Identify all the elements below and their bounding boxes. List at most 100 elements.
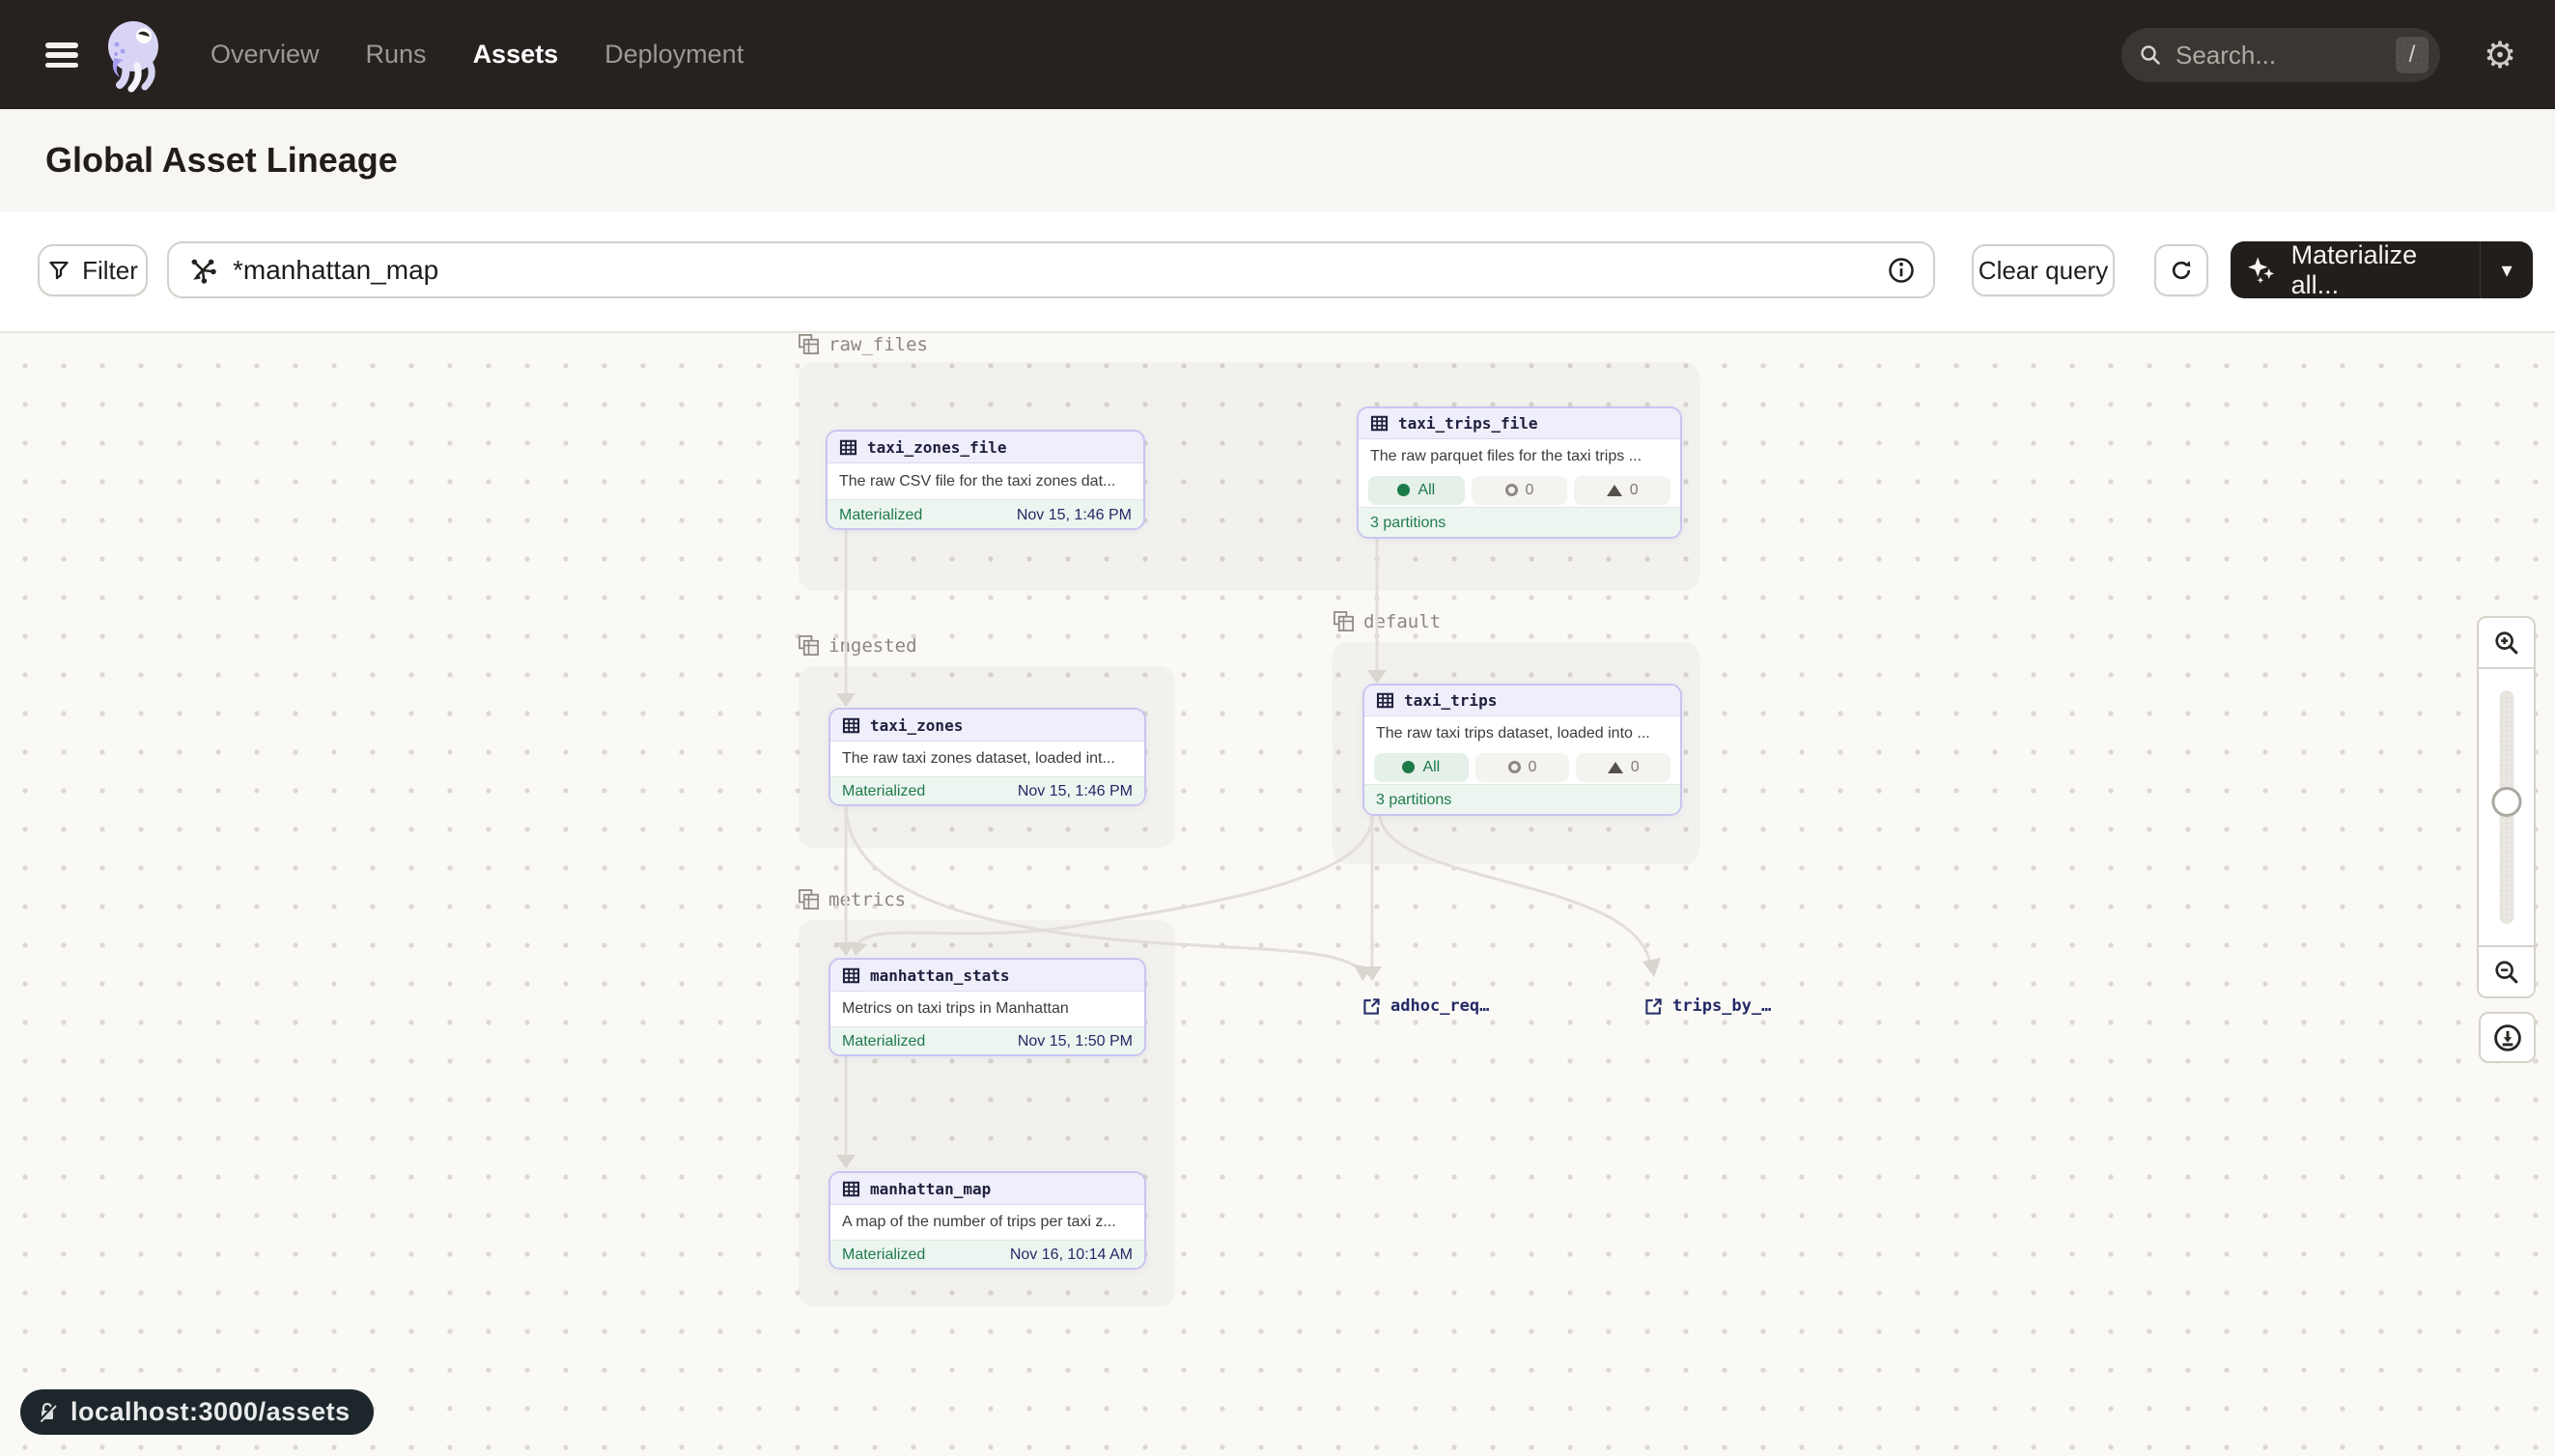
partitions-all-badge[interactable]: All [1368, 476, 1465, 505]
external-asset-name: adhoc_req… [1390, 996, 1489, 1016]
asset-node-taxi-trips-file[interactable]: taxi_trips_file The raw parquet files fo… [1357, 406, 1682, 539]
search-input[interactable] [2176, 41, 2396, 70]
success-dot-icon [1402, 761, 1415, 773]
asset-description: The raw taxi trips dataset, loaded into … [1364, 716, 1680, 750]
group-label-ingested[interactable]: ingested [798, 634, 917, 657]
filter-funnel-icon [47, 259, 70, 282]
zoom-slider-thumb[interactable] [2491, 787, 2521, 817]
lineage-toolbar: Filter Clear query [0, 211, 2555, 333]
partitions-count: 3 partitions [1376, 792, 1451, 809]
external-asset-trips-by[interactable]: trips_by_… [1644, 996, 1771, 1016]
hamburger-menu-icon[interactable] [45, 42, 78, 68]
table-icon [842, 716, 860, 735]
download-image-button[interactable] [2479, 1012, 2536, 1063]
group-name: raw_files [828, 334, 928, 355]
zoom-slider[interactable] [2479, 667, 2534, 947]
zoom-out-button[interactable] [2479, 947, 2534, 996]
group-table-icon [1333, 610, 1355, 632]
sparkles-icon [2246, 254, 2278, 287]
info-icon[interactable] [1887, 256, 1916, 285]
lineage-canvas[interactable]: raw_files ingested default metrics [0, 333, 2555, 1456]
asset-selector-icon [188, 256, 217, 285]
zoom-in-button[interactable] [2479, 618, 2534, 667]
asset-status-row: Materialized Nov 15, 1:46 PM [828, 499, 1143, 530]
nav-overview[interactable]: Overview [211, 40, 320, 70]
asset-node-header: manhattan_map [830, 1173, 1144, 1205]
page-title: Global Asset Lineage [45, 109, 398, 211]
asset-description: The raw taxi zones dataset, loaded int..… [830, 742, 1144, 776]
refresh-graph-button[interactable] [2154, 244, 2208, 296]
clear-query-label: Clear query [1979, 256, 2108, 286]
asset-node-taxi-zones[interactable]: taxi_zones The raw taxi zones dataset, l… [828, 708, 1146, 806]
clear-query-button[interactable]: Clear query [1972, 244, 2115, 296]
nav-deployment[interactable]: Deployment [604, 40, 744, 70]
table-icon [842, 966, 860, 985]
asset-node-header: manhattan_stats [830, 960, 1144, 992]
badge-count: 0 [1526, 482, 1534, 499]
search-shortcut-key: / [2396, 37, 2429, 73]
badge-count: 0 [1529, 759, 1537, 776]
external-link-icon [1362, 997, 1381, 1016]
zoom-controls [2477, 616, 2536, 998]
asset-node-header: taxi_zones [830, 710, 1144, 742]
partitions-missing-badge[interactable]: 0 [1472, 476, 1568, 505]
status-badge: Materialized [842, 1033, 925, 1050]
asset-status-row: Materialized Nov 15, 1:50 PM [830, 1026, 1144, 1056]
dagster-logo[interactable] [100, 19, 170, 98]
asset-node-taxi-trips[interactable]: taxi_trips The raw taxi trips dataset, l… [1362, 684, 1682, 816]
status-badge: Materialized [842, 783, 925, 800]
status-badge: Materialized [842, 1246, 925, 1264]
status-url: localhost:3000/assets [70, 1397, 351, 1427]
materialize-all-label: Materialize all... [2291, 240, 2465, 300]
group-label-default[interactable]: default [1333, 610, 1441, 632]
group-table-icon [798, 333, 820, 355]
filter-button[interactable]: Filter [38, 244, 148, 296]
asset-status-row: Materialized Nov 16, 10:14 AM [830, 1240, 1144, 1270]
partitions-count: 3 partitions [1370, 515, 1446, 532]
main-nav: Overview Runs Assets Deployment [211, 0, 744, 109]
group-name: ingested [828, 635, 917, 657]
nav-assets[interactable]: Assets [473, 40, 559, 70]
zoom-out-icon [2493, 959, 2520, 986]
nav-runs[interactable]: Runs [366, 40, 427, 70]
partitions-all-badge[interactable]: All [1374, 753, 1469, 782]
partitions-footer: 3 partitions [1364, 784, 1680, 816]
partitions-missing-badge[interactable]: 0 [1475, 753, 1570, 782]
warning-triangle-icon [1607, 485, 1622, 496]
global-search[interactable]: / [2121, 28, 2440, 82]
asset-name: manhattan_stats [870, 966, 1010, 985]
partitions-failed-badge[interactable]: 0 [1576, 753, 1671, 782]
asset-node-manhattan-stats[interactable]: manhattan_stats Metrics on taxi trips in… [828, 958, 1146, 1056]
success-dot-icon [1397, 484, 1410, 496]
asset-node-taxi-zones-file[interactable]: taxi_zones_file The raw CSV file for the… [826, 430, 1145, 530]
table-icon [839, 438, 857, 457]
table-icon [842, 1180, 860, 1198]
asset-description: The raw CSV file for the taxi zones dat.… [828, 463, 1143, 499]
missing-ring-icon [1505, 484, 1518, 496]
asset-selection-input[interactable] [167, 241, 1935, 298]
group-name: metrics [828, 889, 906, 910]
search-icon [2139, 43, 2162, 67]
status-badge: Materialized [839, 507, 922, 524]
asset-description: A map of the number of trips per taxi z.… [830, 1205, 1144, 1240]
warning-triangle-icon [1608, 762, 1623, 773]
asset-node-manhattan-map[interactable]: manhattan_map A map of the number of tri… [828, 1171, 1146, 1270]
partitions-failed-badge[interactable]: 0 [1574, 476, 1671, 505]
materialization-timestamp: Nov 15, 1:50 PM [1018, 1033, 1133, 1050]
group-label-raw-files[interactable]: raw_files [798, 333, 928, 355]
group-label-metrics[interactable]: metrics [798, 888, 906, 910]
asset-selection-query[interactable] [233, 255, 1887, 286]
materialize-dropdown-caret[interactable]: ▾ [2481, 258, 2533, 283]
partition-health-badges: All 0 0 [1359, 473, 1680, 507]
asset-name: taxi_trips_file [1398, 414, 1538, 433]
badge-label: All [1422, 759, 1440, 776]
materialize-all-split-button[interactable]: Materialize all... ▾ [2231, 241, 2533, 298]
asset-description: The raw parquet files for the taxi trips… [1359, 439, 1680, 473]
materialization-timestamp: Nov 15, 1:46 PM [1018, 783, 1133, 800]
external-asset-name: trips_by_… [1672, 996, 1771, 1016]
settings-gear-icon[interactable]: ⚙ [2484, 0, 2516, 109]
partitions-footer: 3 partitions [1359, 507, 1680, 539]
browser-status-bubble: localhost:3000/assets [20, 1389, 374, 1435]
filter-label: Filter [82, 256, 138, 286]
external-asset-adhoc-request[interactable]: adhoc_req… [1362, 996, 1489, 1016]
